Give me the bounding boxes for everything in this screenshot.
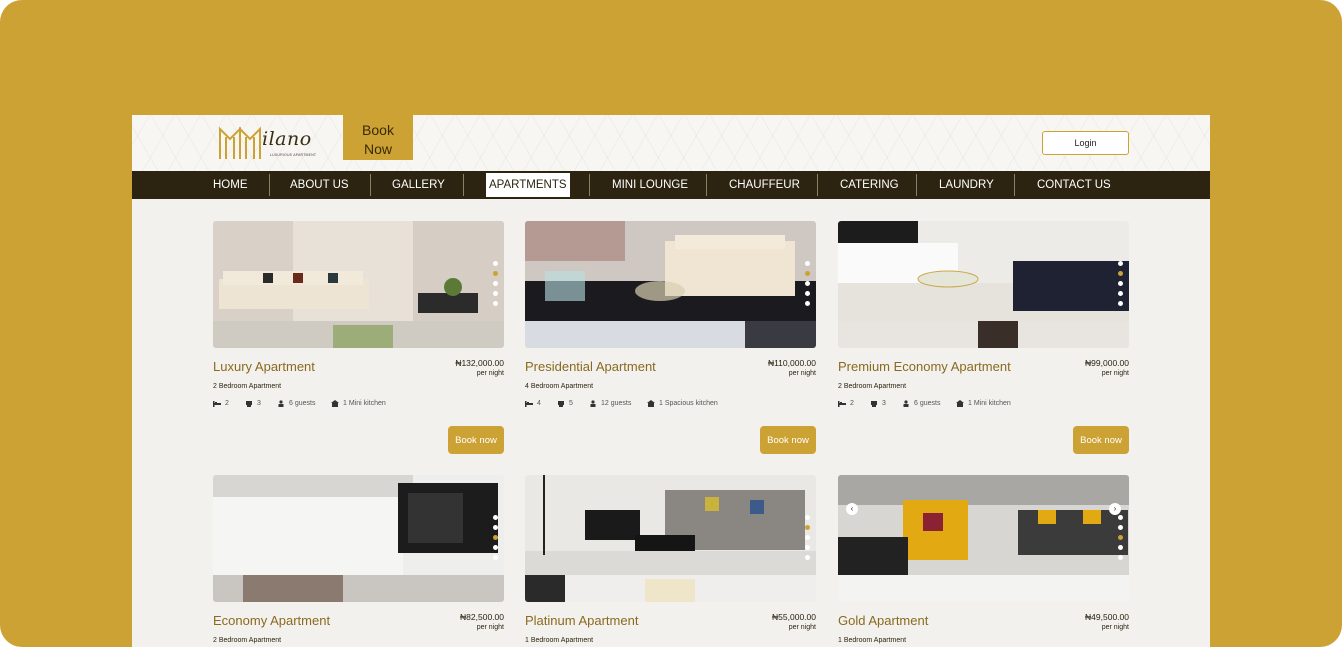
price-unit: per night: [1101, 370, 1129, 377]
main-nav: HOME ABOUT US GALLERY APARTMENTS MINI LO…: [132, 171, 1210, 199]
apartment-title[interactable]: Platinum Apartment: [525, 613, 638, 628]
apartment-subtitle: 2 Bedroom Apartment: [213, 637, 282, 644]
price-unit: per night: [788, 370, 816, 377]
background-frame: ilano LUXURIOUS APARTMENT Book Now Login …: [0, 0, 1342, 647]
bath-icon: [871, 401, 877, 407]
apartment-price: ₦82,500.00: [460, 612, 504, 622]
apartment-subtitle: 4 Bedroom Apartment: [525, 383, 594, 390]
apartment-price: ₦132,000.00: [455, 358, 504, 368]
kitchen-amenity: 1 Mini kitchen: [331, 400, 386, 407]
person-icon: [903, 400, 909, 407]
book-now-button[interactable]: Book now: [760, 426, 816, 454]
apartment-title[interactable]: Luxury Apartment: [213, 359, 315, 374]
nav-mini-lounge[interactable]: MINI LOUNGE: [612, 173, 688, 197]
price-unit: per night: [476, 370, 504, 377]
baths-amenity: 3: [245, 400, 261, 407]
kitchen-count: 1 Spacious kitchen: [659, 400, 718, 407]
nav-divider: [1014, 174, 1015, 196]
apartment-subtitle: 2 Bedroom Apartment: [213, 383, 282, 390]
book-now-button[interactable]: Book now: [448, 426, 504, 454]
bath-icon: [246, 401, 252, 407]
nav-contact-us[interactable]: CONTACT US: [1037, 173, 1111, 197]
kitchen-amenity: 1 Mini kitchen: [956, 400, 1011, 407]
bed-icon: [838, 401, 846, 407]
baths-count: 5: [569, 400, 573, 407]
logo-wordmark: ilano: [262, 128, 312, 150]
nav-divider: [706, 174, 707, 196]
beds-count: 4: [537, 400, 541, 407]
apartment-image[interactable]: ‹ ›: [838, 475, 1129, 602]
nav-divider: [269, 174, 270, 196]
person-icon: [278, 400, 284, 407]
apartment-title[interactable]: Presidential Apartment: [525, 359, 656, 374]
apartment-title[interactable]: Premium Economy Apartment: [838, 359, 1011, 374]
nav-divider: [817, 174, 818, 196]
nav-divider: [370, 174, 371, 196]
beds-count: 2: [850, 400, 854, 407]
person-icon: [590, 400, 596, 407]
apartment-price: ₦99,000.00: [1085, 358, 1129, 368]
apartment-image[interactable]: [525, 475, 816, 602]
apartment-subtitle: 1 Bedroom Apartment: [838, 637, 907, 644]
price-unit: per night: [476, 624, 504, 631]
kitchen-icon: [647, 400, 655, 407]
baths-count: 3: [882, 400, 886, 407]
apartment-price: ₦110,000.00: [767, 358, 816, 368]
nav-catering[interactable]: CATERING: [840, 173, 899, 197]
apartment-image[interactable]: [213, 475, 504, 602]
guests-count: 12 guests: [601, 400, 632, 407]
apartment-image[interactable]: [525, 221, 816, 348]
chevron-right-icon[interactable]: ›: [1109, 503, 1121, 515]
nav-apartments[interactable]: APARTMENTS: [486, 173, 570, 197]
nav-divider: [589, 174, 590, 196]
bed-icon: [525, 401, 533, 407]
nav-divider: [916, 174, 917, 196]
apartment-title[interactable]: Gold Apartment: [838, 613, 928, 628]
price-unit: per night: [788, 624, 816, 631]
nav-about-us[interactable]: ABOUT US: [290, 173, 349, 197]
guests-count: 6 guests: [289, 400, 316, 407]
guests-amenity: 6 guests: [902, 400, 940, 407]
nav-laundry[interactable]: LAUNDRY: [939, 173, 994, 197]
baths-amenity: 5: [557, 400, 573, 407]
beds-count: 2: [225, 400, 229, 407]
logo-tagline: LUXURIOUS APARTMENT: [270, 153, 317, 157]
price-unit: per night: [1101, 624, 1129, 631]
baths-count: 3: [257, 400, 261, 407]
apartment-subtitle: 1 Bedroom Apartment: [525, 637, 594, 644]
guests-count: 6 guests: [914, 400, 941, 407]
bath-icon: [558, 401, 564, 407]
chevron-left-icon[interactable]: ‹: [846, 503, 858, 515]
apartment-title[interactable]: Economy Apartment: [213, 613, 330, 628]
apartment-image[interactable]: [213, 221, 504, 348]
apartment-subtitle: 2 Bedroom Apartment: [838, 383, 907, 390]
nav-home[interactable]: HOME: [213, 173, 248, 197]
kitchen-count: 1 Mini kitchen: [968, 400, 1011, 407]
guests-amenity: 12 guests: [589, 400, 631, 407]
baths-amenity: 3: [870, 400, 886, 407]
guests-amenity: 6 guests: [277, 400, 315, 407]
login-button[interactable]: Login: [1042, 131, 1129, 155]
book-now-button[interactable]: Book now: [1073, 426, 1129, 454]
beds-amenity: 4: [525, 400, 541, 407]
apartment-image[interactable]: [838, 221, 1129, 348]
beds-amenity: 2: [213, 400, 229, 407]
kitchen-count: 1 Mini kitchen: [343, 400, 386, 407]
kitchen-icon: [331, 400, 339, 407]
bed-icon: [213, 401, 221, 407]
nav-divider: [463, 174, 464, 196]
header: ilano LUXURIOUS APARTMENT Book Now Login: [132, 115, 1210, 171]
beds-amenity: 2: [838, 400, 854, 407]
book-now-header-button[interactable]: Book Now: [343, 115, 413, 160]
website: ilano LUXURIOUS APARTMENT Book Now Login …: [132, 115, 1210, 647]
kitchen-amenity: 1 Spacious kitchen: [647, 400, 718, 407]
nav-gallery[interactable]: GALLERY: [392, 173, 445, 197]
kitchen-icon: [956, 400, 964, 407]
nav-chauffeur[interactable]: CHAUFFEUR: [729, 173, 800, 197]
apartment-price: ₦55,000.00: [772, 612, 816, 622]
apartment-price: ₦49,500.00: [1085, 612, 1129, 622]
